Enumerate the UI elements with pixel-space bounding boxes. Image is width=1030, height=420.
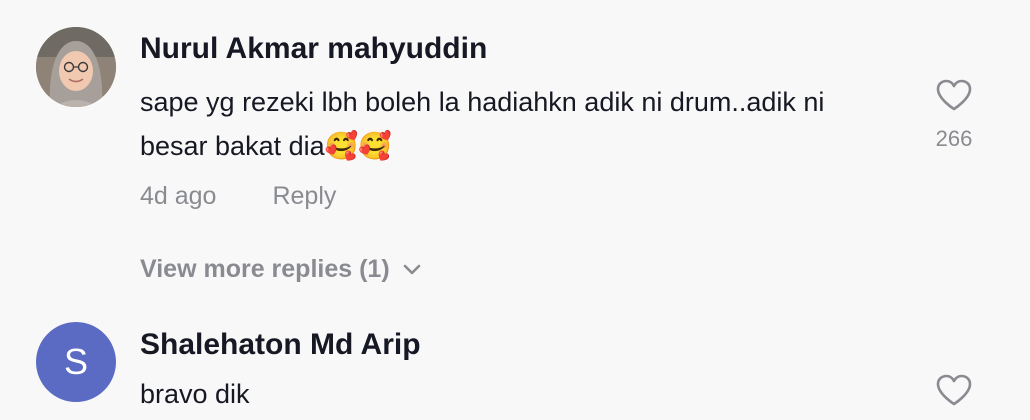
like-button[interactable] [930,373,978,407]
comment-meta: 4d ago Reply [140,182,336,211]
user-photo-icon [36,27,116,107]
comment-username[interactable]: Nurul Akmar mahyuddin [140,32,487,66]
chevron-down-icon [403,264,420,274]
comment-text: bravo dik [140,379,250,409]
heart-outline-icon [936,374,972,406]
view-more-replies-button[interactable]: View more replies (1) [140,255,422,284]
avatar[interactable]: S [36,322,116,402]
like-button[interactable]: 266 [930,78,978,152]
comment-username[interactable]: Shalehaton Md Arip [140,328,421,362]
comment-text: sape yg rezeki lbh boleh la hadiahkn adi… [140,87,825,161]
view-more-replies-label: View more replies (1) [140,255,390,283]
avatar[interactable] [36,27,116,107]
like-count: 266 [935,126,973,151]
comment-age: 4d ago [140,182,217,210]
heart-outline-icon [936,79,972,111]
avatar-letter: S [63,341,88,382]
reply-button[interactable]: Reply [272,182,336,211]
